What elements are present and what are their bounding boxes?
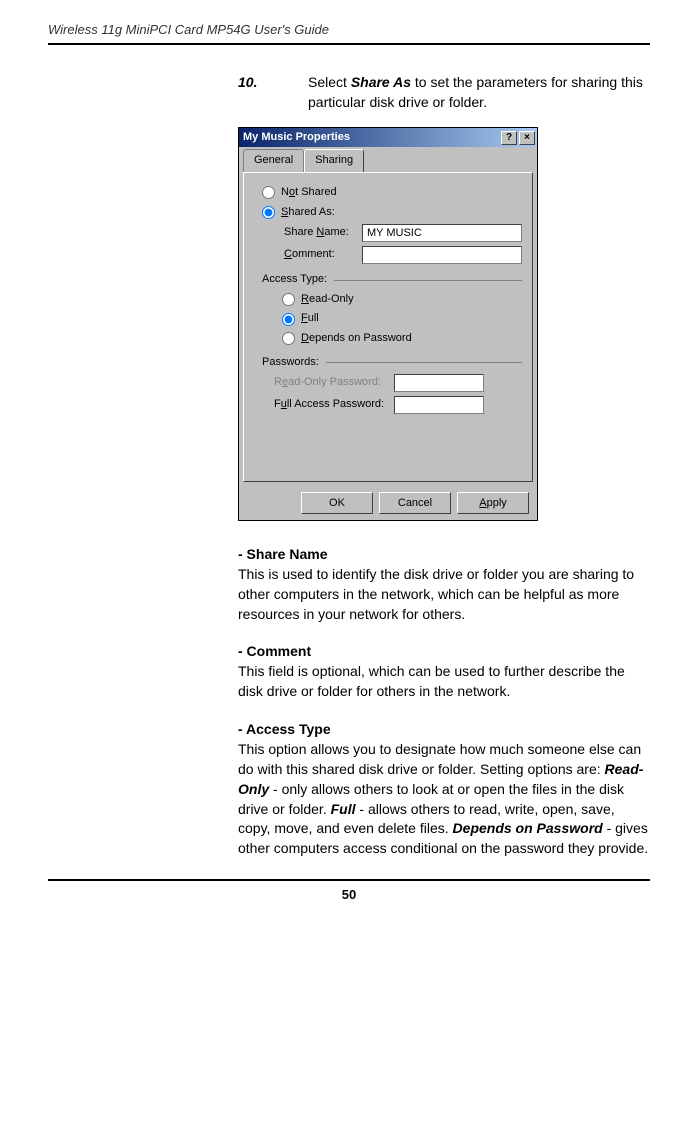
ro-password-label: Read-Only Password: [274, 375, 394, 391]
comment-body: This field is optional, which can be use… [238, 662, 650, 702]
cancel-button[interactable]: Cancel [379, 492, 451, 514]
passwords-label: Passwords: [262, 355, 522, 371]
dialog-buttonbar: OK Cancel Apply [239, 486, 537, 520]
share-name-input[interactable] [362, 224, 522, 242]
comment-row: Comment: [284, 246, 522, 264]
full-password-label: Full Access Password: [274, 397, 394, 413]
share-name-row: Share Name: [284, 224, 522, 242]
shared-as-row: Shared As: [254, 205, 522, 221]
full-label: Full [301, 311, 319, 327]
full-password-row: Full Access Password: [274, 396, 522, 414]
read-only-row: Read-Only [274, 292, 522, 308]
share-name-heading: - Share Name [238, 545, 650, 565]
step-10: 10. Select Share As to set the parameter… [238, 73, 650, 113]
full-password-input[interactable] [394, 396, 484, 414]
dialog-title: My Music Properties [243, 130, 350, 146]
at-depends: Depends on Password [453, 820, 603, 836]
at-pre: This option allows you to designate how … [238, 741, 641, 777]
ok-button[interactable]: OK [301, 492, 373, 514]
tab-sharing[interactable]: Sharing [304, 149, 364, 172]
step-command: Share As [351, 74, 411, 90]
share-name-body: This is used to identify the disk drive … [238, 565, 650, 625]
read-only-radio[interactable] [282, 293, 295, 306]
access-type-label: Access Type: [262, 272, 522, 288]
tab-strip: General Sharing [239, 147, 537, 172]
depends-label: Depends on Password [301, 331, 412, 347]
tab-general[interactable]: General [243, 149, 304, 172]
page-header: Wireless 11g MiniPCI Card MP54G User's G… [48, 22, 650, 45]
section-comment: - Comment This field is optional, which … [238, 642, 650, 702]
full-row: Full [274, 311, 522, 327]
properties-dialog: My Music Properties ? × General Sharing … [238, 127, 538, 521]
tab-body: Not Shared Shared As: Share Name: Commen… [243, 172, 533, 482]
titlebar: My Music Properties ? × [239, 128, 537, 148]
share-name-label: Share Name: [284, 225, 362, 241]
comment-label: Comment: [284, 247, 362, 263]
access-type-body: This option allows you to designate how … [238, 740, 650, 859]
page-number: 50 [48, 879, 650, 902]
help-button[interactable]: ? [501, 131, 517, 145]
section-access-type: - Access Type This option allows you to … [238, 720, 650, 859]
shared-as-radio[interactable] [262, 206, 275, 219]
ro-password-row: Read-Only Password: [274, 374, 522, 392]
section-share-name: - Share Name This is used to identify th… [238, 545, 650, 625]
depends-row: Depends on Password [274, 331, 522, 347]
shared-as-label: Shared As: [281, 205, 335, 221]
step-prefix: Select [308, 74, 351, 90]
depends-radio[interactable] [282, 332, 295, 345]
close-button[interactable]: × [519, 131, 535, 145]
at-full: Full [331, 801, 356, 817]
not-shared-row: Not Shared [254, 185, 522, 201]
ro-password-input [394, 374, 484, 392]
full-radio[interactable] [282, 313, 295, 326]
comment-input[interactable] [362, 246, 522, 264]
not-shared-label: Not Shared [281, 185, 337, 201]
apply-button[interactable]: Apply [457, 492, 529, 514]
read-only-label: Read-Only [301, 292, 354, 308]
step-text: Select Share As to set the parameters fo… [308, 73, 650, 113]
step-number: 10. [238, 73, 308, 113]
access-type-heading: - Access Type [238, 720, 650, 740]
comment-heading: - Comment [238, 642, 650, 662]
not-shared-radio[interactable] [262, 186, 275, 199]
